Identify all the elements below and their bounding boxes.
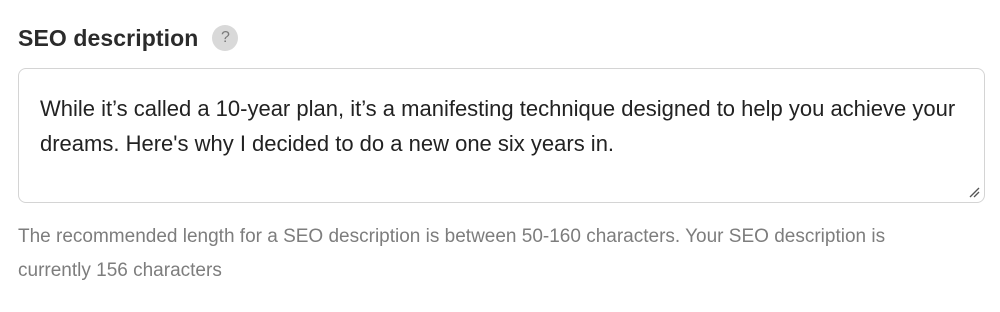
seo-description-label: SEO description (18, 24, 199, 51)
seo-description-text[interactable]: While it’s called a 10-year plan, it’s a… (40, 91, 960, 161)
label-row: SEO description ? (18, 22, 239, 54)
question-mark-icon[interactable]: ? (212, 25, 239, 51)
resize-handle-icon[interactable] (968, 186, 980, 198)
seo-description-hint: The recommended length for a SEO descrip… (18, 226, 886, 281)
seo-description-textarea[interactable]: While it’s called a 10-year plan, it’s a… (18, 68, 985, 203)
